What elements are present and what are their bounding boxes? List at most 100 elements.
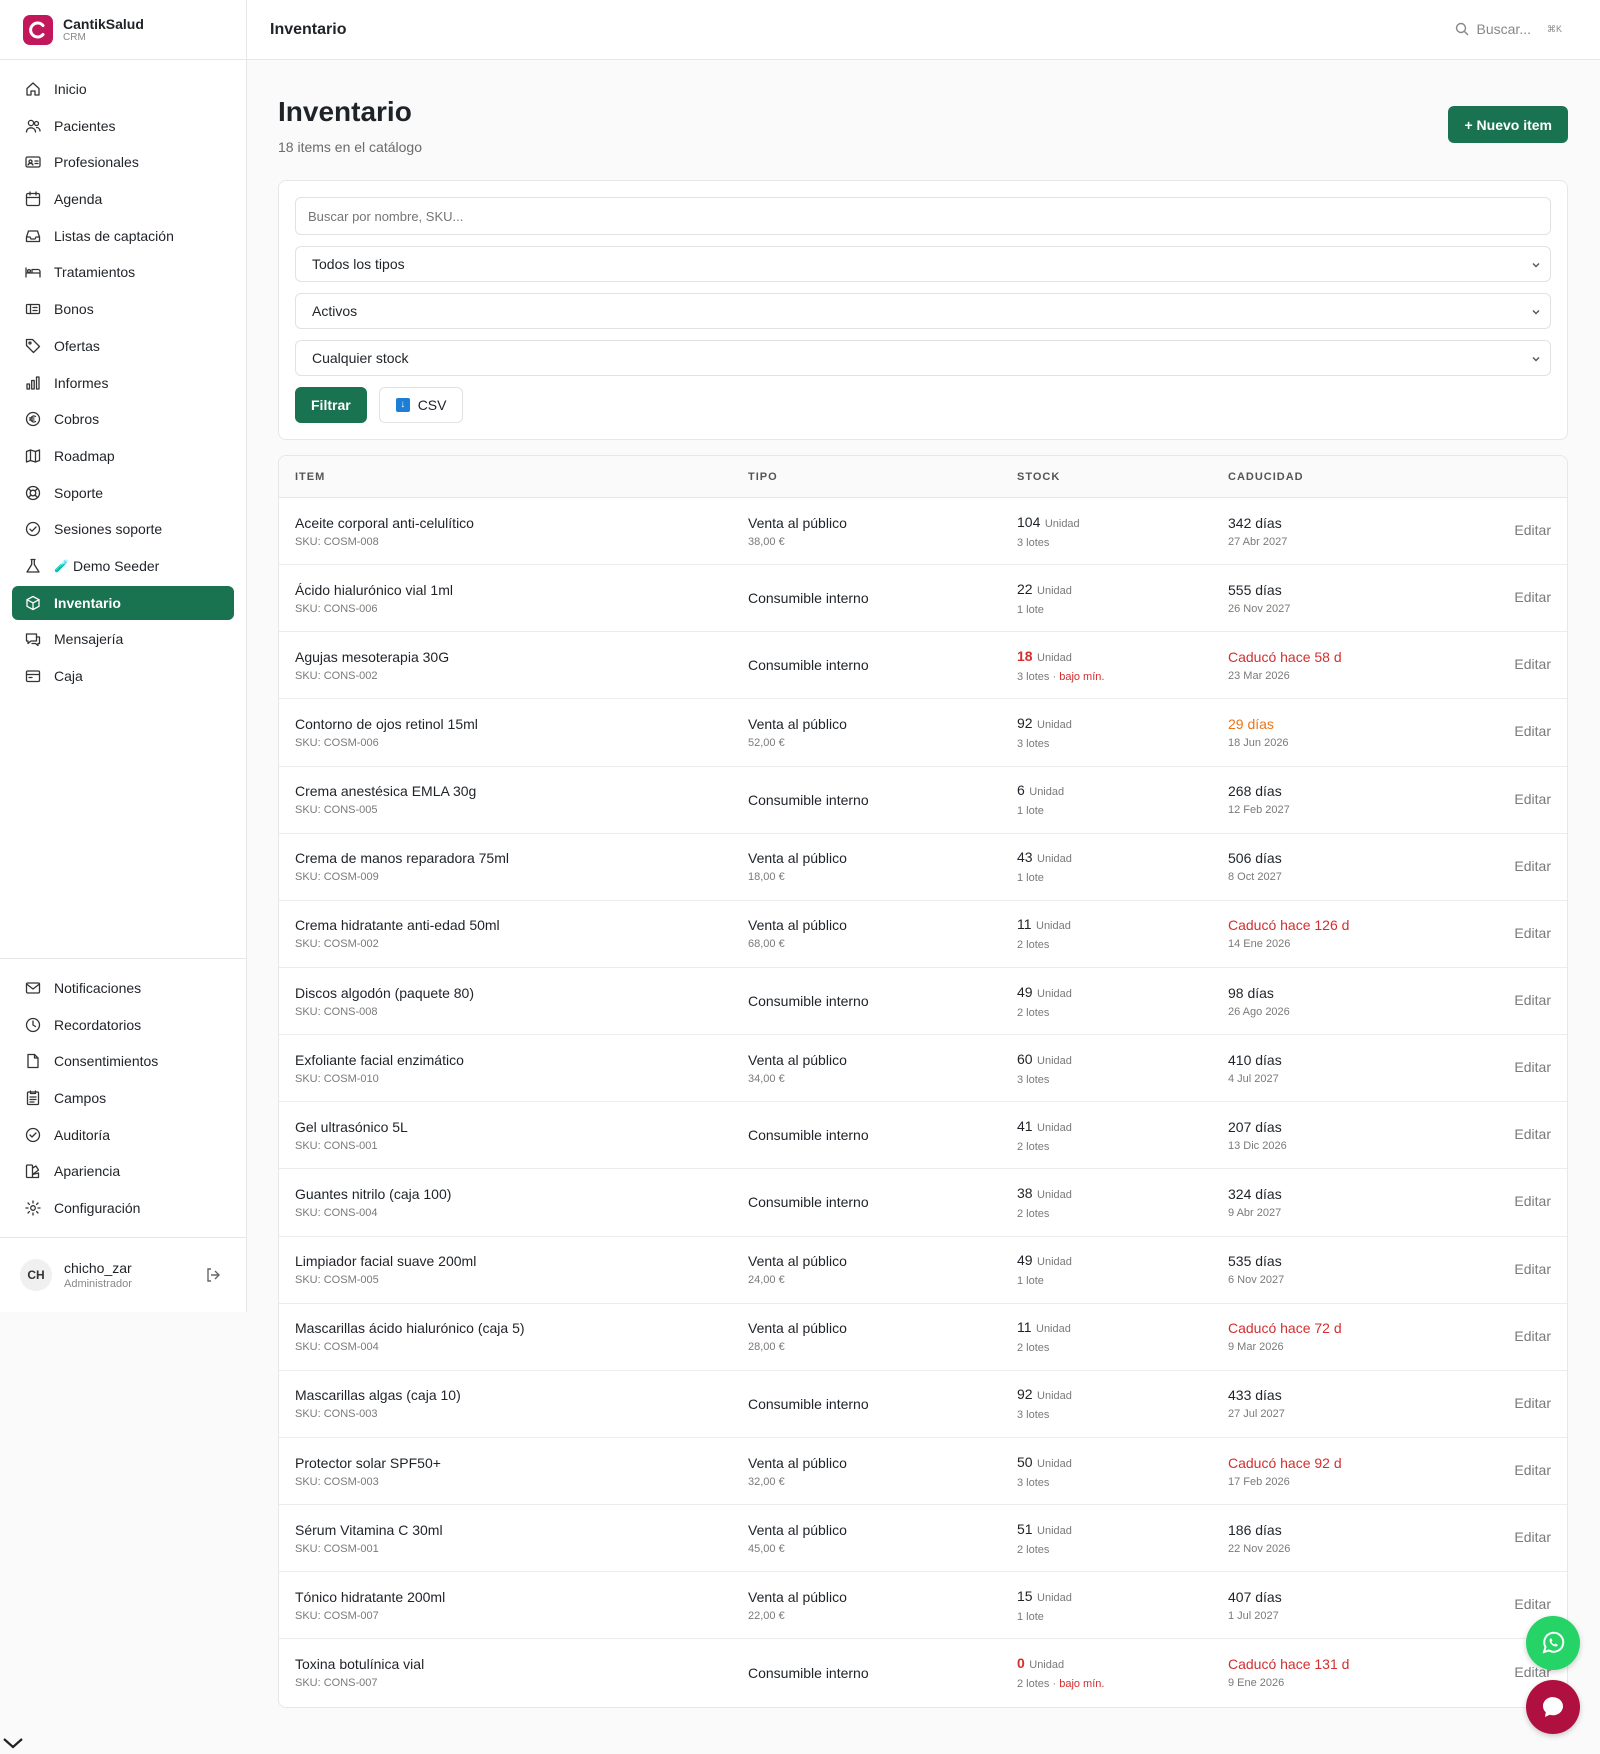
sidebar-item-roadmap[interactable]: Roadmap	[12, 439, 234, 473]
column-header-stock[interactable]: STOCK	[1017, 471, 1228, 483]
stock-select[interactable]: Cualquier stock	[295, 340, 1551, 376]
edit-link[interactable]: Editar	[1514, 1261, 1551, 1277]
edit-link[interactable]: Editar	[1514, 1462, 1551, 1478]
table-row[interactable]: Mascarillas algas (caja 10) SKU: CONS-003…	[279, 1371, 1567, 1438]
item-name[interactable]: Gel ultrasónico 5L	[295, 1119, 748, 1135]
table-row[interactable]: Ácido hialurónico vial 1ml SKU: CONS-006 C…	[279, 565, 1567, 633]
table-row[interactable]: Agujas mesoterapia 30G SKU: CONS-002 Consu…	[279, 632, 1567, 700]
sidebar-item-inventario[interactable]: Inventario	[12, 585, 234, 620]
item-name[interactable]: Tónico hidratante 200ml	[295, 1589, 748, 1605]
item-name[interactable]: Crema de manos reparadora 75ml	[295, 850, 748, 866]
edit-link[interactable]: Editar	[1514, 1059, 1551, 1075]
column-header-expiry[interactable]: CADUCIDAD	[1228, 471, 1428, 483]
item-name[interactable]: Guantes nitrilo (caja 100)	[295, 1186, 748, 1202]
search-input[interactable]	[295, 197, 1551, 235]
sidebar-item-auditoria[interactable]: Auditoría	[12, 1118, 234, 1152]
chat-widget-button[interactable]	[1526, 1680, 1580, 1734]
edit-link[interactable]: Editar	[1514, 589, 1551, 605]
table-row[interactable]: Exfoliante facial enzimático SKU: COSM-01…	[279, 1035, 1567, 1103]
table-row[interactable]: Crema anestésica EMLA 30g SKU: CONS-005 Co…	[279, 767, 1567, 834]
whatsapp-button[interactable]	[1526, 1616, 1580, 1670]
table-row[interactable]: Crema de manos reparadora 75ml SKU: COSM-…	[279, 834, 1567, 901]
item-name[interactable]: Ácido hialurónico vial 1ml	[295, 582, 748, 598]
sidebar-item-caja[interactable]: Caja	[12, 659, 234, 693]
sidebar-item-pacientes[interactable]: Pacientes	[12, 109, 234, 143]
edit-link[interactable]: Editar	[1514, 656, 1551, 672]
low-stock-label: bajo mín.	[1059, 670, 1105, 683]
column-header-item[interactable]: ITEM	[279, 471, 748, 483]
sidebar-item-demo-seeder[interactable]: 🧪 Demo Seeder	[12, 549, 234, 583]
table-row[interactable]: Discos algodón (paquete 80) SKU: CONS-008…	[279, 968, 1567, 1036]
edit-link[interactable]: Editar	[1514, 992, 1551, 1008]
table-row[interactable]: Crema hidratante anti-edad 50ml SKU: COSM…	[279, 901, 1567, 968]
edit-link[interactable]: Editar	[1514, 1328, 1551, 1344]
type-select[interactable]: Todos los tipos	[295, 246, 1551, 282]
item-name[interactable]: Toxina botulínica vial	[295, 1656, 748, 1672]
table-row[interactable]: Guantes nitrilo (caja 100) SKU: CONS-004 C…	[279, 1169, 1567, 1237]
sidebar-item-consentimientos[interactable]: Consentimientos	[12, 1044, 234, 1078]
csv-export-button[interactable]: ↓ CSV	[378, 387, 464, 423]
item-name[interactable]: Limpiador facial suave 200ml	[295, 1253, 748, 1269]
item-sku: SKU: CONS-003	[295, 1408, 378, 1421]
item-name[interactable]: Exfoliante facial enzimático	[295, 1052, 748, 1068]
edit-link[interactable]: Editar	[1514, 522, 1551, 538]
avatar[interactable]: CH	[20, 1259, 52, 1291]
item-name[interactable]: Sérum Vitamina C 30ml	[295, 1522, 748, 1538]
sidebar-item-sesiones-soporte[interactable]: Sesiones soporte	[12, 512, 234, 546]
table-row[interactable]: Tónico hidratante 200ml SKU: COSM-007 Vent…	[279, 1572, 1567, 1640]
item-name[interactable]: Agujas mesoterapia 30G	[295, 649, 748, 665]
sidebar-item-agenda[interactable]: Agenda	[12, 182, 234, 216]
edit-link[interactable]: Editar	[1514, 1193, 1551, 1209]
edit-link[interactable]: Editar	[1514, 1529, 1551, 1545]
new-item-button[interactable]: + Nuevo item	[1448, 106, 1568, 143]
sidebar-item-ofertas[interactable]: Ofertas	[12, 329, 234, 363]
edit-link[interactable]: Editar	[1514, 791, 1551, 807]
sidebar-item-apariencia[interactable]: Apariencia	[12, 1154, 234, 1188]
status-select[interactable]: Activos	[295, 293, 1551, 329]
sidebar-item-campos[interactable]: Campos	[12, 1081, 234, 1115]
item-name[interactable]: Crema hidratante anti-edad 50ml	[295, 917, 748, 933]
column-header-type[interactable]: TIPO	[748, 471, 1017, 483]
sidebar-item-cobros[interactable]: Cobros	[12, 402, 234, 436]
item-name[interactable]: Discos algodón (paquete 80)	[295, 985, 748, 1001]
stock-lots: 1 lote	[1017, 1275, 1044, 1288]
table-row[interactable]: Mascarillas ácido hialurónico (caja 5) SK…	[279, 1304, 1567, 1371]
sidebar-item-recordatorios[interactable]: Recordatorios	[12, 1008, 234, 1042]
item-name[interactable]: Protector solar SPF50+	[295, 1455, 748, 1471]
chevron-down-icon[interactable]	[2, 1736, 24, 1750]
item-name[interactable]: Mascarillas ácido hialurónico (caja 5)	[295, 1320, 748, 1336]
edit-link[interactable]: Editar	[1514, 858, 1551, 874]
sidebar-item-profesionales[interactable]: Profesionales	[12, 145, 234, 179]
sidebar-item-inicio[interactable]: Inicio	[12, 72, 234, 106]
item-name[interactable]: Contorno de ojos retinol 15ml	[295, 716, 748, 732]
item-name[interactable]: Crema anestésica EMLA 30g	[295, 783, 748, 799]
item-type: Venta al público	[748, 1320, 847, 1337]
table-row[interactable]: Toxina botulínica vial SKU: CONS-007 Consu…	[279, 1639, 1567, 1706]
filter-button[interactable]: Filtrar	[295, 387, 367, 423]
sidebar-item-informes[interactable]: Informes	[12, 366, 234, 400]
sidebar-item-tratamientos[interactable]: Tratamientos	[12, 255, 234, 289]
table-row[interactable]: Gel ultrasónico 5L SKU: CONS-001 Consumibl…	[279, 1102, 1567, 1170]
table-row[interactable]: Sérum Vitamina C 30ml SKU: COSM-001 Venta …	[279, 1505, 1567, 1573]
sidebar-item-mensajeria[interactable]: Mensajería	[12, 622, 234, 656]
sidebar-item-listas-de-captacion[interactable]: Listas de captación	[12, 219, 234, 253]
item-name[interactable]: Aceite corporal anti-celulítico	[295, 515, 748, 531]
sidebar-item-configuracion[interactable]: Configuración	[12, 1191, 234, 1225]
table-row[interactable]: Limpiador facial suave 200ml SKU: COSM-00…	[279, 1237, 1567, 1304]
sidebar-item-bonos[interactable]: Bonos	[12, 292, 234, 326]
table-row[interactable]: Contorno de ojos retinol 15ml SKU: COSM-0…	[279, 699, 1567, 767]
global-search[interactable]: Buscar... ⌘K	[1455, 21, 1562, 37]
table-row[interactable]: Aceite corporal anti-celulítico SKU: COSM…	[279, 498, 1567, 566]
edit-link[interactable]: Editar	[1514, 1126, 1551, 1142]
brand[interactable]: CantikSalud CRM	[0, 0, 246, 60]
sidebar-item-soporte[interactable]: Soporte	[12, 476, 234, 510]
edit-link[interactable]: Editar	[1514, 1596, 1551, 1612]
item-name[interactable]: Mascarillas algas (caja 10)	[295, 1387, 748, 1403]
table-row[interactable]: Protector solar SPF50+ SKU: COSM-003 Venta…	[279, 1438, 1567, 1506]
edit-link[interactable]: Editar	[1514, 925, 1551, 941]
expiry-date: 18 Jun 2026	[1228, 736, 1289, 749]
edit-link[interactable]: Editar	[1514, 1395, 1551, 1411]
logout-icon[interactable]	[204, 1266, 222, 1284]
edit-link[interactable]: Editar	[1514, 723, 1551, 739]
sidebar-item-notificaciones[interactable]: Notificaciones	[12, 971, 234, 1005]
